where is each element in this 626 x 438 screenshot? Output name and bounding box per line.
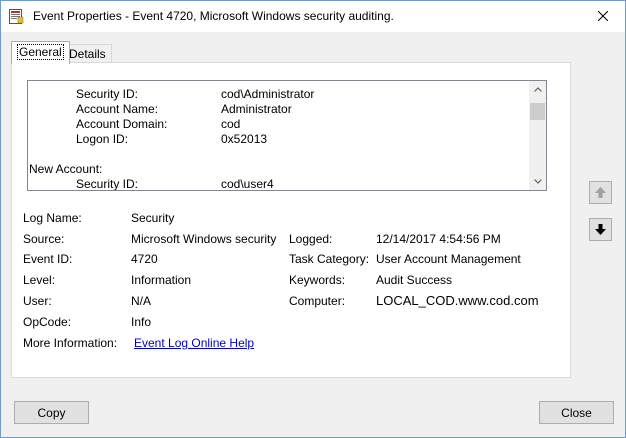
log-name-label: Log Name:	[23, 211, 82, 225]
copy-button[interactable]: Copy	[14, 401, 89, 424]
event-properties-icon	[9, 9, 24, 24]
keywords-value: Audit Success	[376, 273, 453, 287]
computer-value: LOCAL_COD.www.cod.com	[376, 293, 539, 308]
tab-general[interactable]: General	[11, 41, 70, 64]
task-category-label: Task Category:	[289, 252, 370, 266]
general-tab-panel: Security ID: cod\Administrator Account Na…	[11, 62, 571, 378]
source-label: Source:	[23, 232, 65, 246]
user-label: User:	[23, 294, 52, 308]
event-properties-window: Event Properties - Event 4720, Microsoft…	[0, 0, 626, 438]
scroll-up-button[interactable]	[529, 81, 546, 98]
event-description-text: Security ID: cod\Administrator Account Na…	[29, 87, 315, 190]
logged-value: 12/14/2017 4:54:56 PM	[376, 232, 501, 246]
event-log-online-help-link[interactable]: Event Log Online Help	[134, 336, 254, 350]
chevron-up-icon	[533, 87, 542, 92]
arrow-up-icon	[595, 187, 606, 198]
previous-event-button[interactable]	[589, 181, 612, 204]
arrow-down-icon	[595, 224, 606, 235]
opcode-label: OpCode:	[23, 315, 72, 329]
level-value: Information	[131, 273, 192, 287]
opcode-value: Info	[131, 315, 152, 329]
event-fields: Log Name: Security Source: Microsoft Win…	[23, 209, 563, 359]
close-window-button[interactable]	[580, 1, 625, 31]
level-label: Level:	[23, 273, 56, 287]
user-value: N/A	[131, 294, 152, 308]
title-bar: Event Properties - Event 4720, Microsoft…	[1, 1, 625, 32]
log-name-value: Security	[131, 211, 175, 225]
close-icon	[597, 11, 608, 21]
event-id-label: Event ID:	[23, 252, 73, 266]
description-scrollbar[interactable]	[529, 81, 546, 190]
more-information-label: More Information:	[23, 336, 118, 350]
close-button[interactable]: Close	[539, 401, 614, 424]
next-event-button[interactable]	[589, 218, 612, 241]
logged-label: Logged:	[289, 232, 333, 246]
scroll-down-button[interactable]	[529, 173, 546, 190]
scroll-thumb[interactable]	[530, 103, 545, 120]
event-id-value: 4720	[131, 252, 158, 266]
chevron-down-icon	[533, 179, 542, 184]
event-description-box[interactable]: Security ID: cod\Administrator Account Na…	[27, 80, 547, 191]
window-title: Event Properties - Event 4720, Microsoft…	[33, 9, 394, 23]
computer-label: Computer:	[289, 294, 346, 308]
keywords-label: Keywords:	[289, 273, 346, 287]
task-category-value: User Account Management	[376, 252, 521, 266]
tab-details[interactable]: Details	[63, 44, 112, 63]
source-value: Microsoft Windows security	[131, 232, 277, 246]
